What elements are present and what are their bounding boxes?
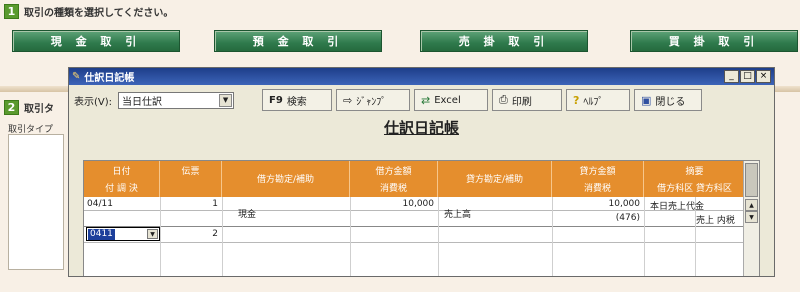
step-text: 取引の種類を選択してください。 xyxy=(24,8,174,19)
jump-button[interactable]: ⇨ ｼﾞｬﾝﾌﾟ xyxy=(336,89,411,111)
excel-button[interactable]: ⇄ Excel xyxy=(414,89,489,111)
step-number: 2 xyxy=(4,100,19,115)
header-credit-amount-label: 貸方金額 xyxy=(579,167,616,177)
help-label: ﾍﾙﾌﾟ xyxy=(583,96,604,108)
row-divider xyxy=(84,242,744,243)
header-memo: 摘要 借方科区 貸方科区 xyxy=(644,161,746,197)
col-divider xyxy=(350,197,351,276)
step-1-instruction: 1 取引の種類を選択してください。 xyxy=(4,4,173,19)
jump-icon: ⇨ xyxy=(343,93,353,107)
header-debit-amount-label: 借方金額 xyxy=(375,167,412,177)
col-divider xyxy=(222,197,223,276)
receivable-transaction-button[interactable]: 売 掛 取 引 xyxy=(420,30,588,52)
close-icon[interactable]: × xyxy=(756,70,771,83)
col-divider xyxy=(552,197,553,276)
step-text: 取引タ xyxy=(24,104,54,115)
window-title: 仕訳日記帳 xyxy=(84,73,135,84)
help-icon: ? xyxy=(573,93,580,107)
display-label: 表示(V): xyxy=(74,96,113,108)
f9-key-label: F9 xyxy=(269,94,283,106)
chevron-down-icon[interactable]: ▼ xyxy=(219,93,233,107)
row1-debit-account[interactable]: 現金 xyxy=(238,207,256,220)
header-memo-label: 摘要 xyxy=(685,167,704,177)
row1-memo[interactable]: 本日売上代金 xyxy=(650,199,704,212)
app-icon: ✎ xyxy=(72,71,81,82)
maximize-icon[interactable]: □ xyxy=(740,70,755,83)
close-label: 閉じる xyxy=(655,96,686,108)
row2-date-value: 0411 xyxy=(88,228,115,240)
transaction-type-panel[interactable] xyxy=(8,134,64,270)
close-button[interactable]: ▣ 閉じる xyxy=(634,89,703,111)
scroll-up-icon[interactable]: ▲ xyxy=(745,199,758,211)
row-divider xyxy=(84,226,744,227)
journal-table: 日付 付 調 決 伝票 借方勘定/補助 借方金額 消費税 貸方勘定/補助 貸方金… xyxy=(83,160,760,276)
table-scrollbar[interactable]: ▲ ▼ xyxy=(743,161,759,276)
cash-transaction-button[interactable]: 現 金 取 引 xyxy=(12,30,180,52)
chevron-down-icon[interactable]: ▼ xyxy=(147,229,158,239)
toolbar: 表示(V): 当日仕訳 ▼ F9 検索 ⇨ ｼﾞｬﾝﾌﾟ ⇄ Excel ⎙ 印… xyxy=(69,85,774,115)
display-select-value: 当日仕訳 xyxy=(122,96,163,108)
scroll-down-icon[interactable]: ▼ xyxy=(745,211,758,223)
col-divider xyxy=(438,197,439,276)
step-2-instruction: 2 取引タ xyxy=(4,100,54,115)
header-credit-tax-label: 消費税 xyxy=(583,184,611,194)
col-divider xyxy=(160,197,161,276)
excel-icon: ⇄ xyxy=(421,93,431,107)
header-voucher: 伝票 xyxy=(160,161,222,197)
row1-credit-account[interactable]: 売上高 xyxy=(444,207,471,220)
row2-voucher[interactable]: 2 xyxy=(164,229,218,239)
col-divider xyxy=(644,197,645,276)
header-credit-account-label: 貸方勘定/補助 xyxy=(465,175,524,185)
printer-icon: ⎙ xyxy=(499,93,508,106)
title-bar[interactable]: ✎ 仕訳日記帳 _ □ × xyxy=(69,68,774,85)
excel-label: Excel xyxy=(434,94,461,106)
close-door-icon: ▣ xyxy=(641,93,652,107)
payable-transaction-button[interactable]: 買 掛 取 引 xyxy=(630,30,798,52)
row1-voucher[interactable]: 1 xyxy=(164,199,218,209)
row-divider xyxy=(84,210,744,211)
row1-debit-amount[interactable]: 10,000 xyxy=(352,199,435,209)
header-debit-account-label: 借方勘定/補助 xyxy=(256,175,315,185)
display-select[interactable]: 当日仕訳 ▼ xyxy=(118,91,235,109)
header-debit-amount: 借方金額 消費税 xyxy=(350,161,438,197)
header-credit-account: 貸方勘定/補助 xyxy=(438,161,552,197)
row2-date-input[interactable]: 0411 ▼ xyxy=(86,227,160,241)
header-date-label: 日付 xyxy=(112,167,131,177)
search-label: 検索 xyxy=(286,96,307,108)
minimize-icon[interactable]: _ xyxy=(724,70,739,83)
journal-heading: 仕訳日記帳 xyxy=(383,119,459,137)
row1-credit-tax[interactable]: (476) xyxy=(554,213,640,223)
print-button[interactable]: ⎙ 印刷 xyxy=(492,89,563,111)
journal-window: ✎ 仕訳日記帳 _ □ × 表示(V): 当日仕訳 ▼ F9 検索 ⇨ ｼﾞｬﾝ… xyxy=(68,67,775,277)
window-controls: _ □ × xyxy=(724,70,771,83)
deposit-transaction-button[interactable]: 預 金 取 引 xyxy=(214,30,382,52)
jump-label: ｼﾞｬﾝﾌﾟ xyxy=(356,96,387,108)
header-date: 日付 付 調 決 xyxy=(84,161,160,197)
row1-date[interactable]: 04/11 xyxy=(87,199,113,209)
print-label: 印刷 xyxy=(511,96,532,108)
header-memo-sub: 借方科区 貸方科区 xyxy=(657,184,732,194)
help-button[interactable]: ? ﾍﾙﾌﾟ xyxy=(566,89,631,111)
scrollbar-thumb[interactable] xyxy=(745,163,758,197)
header-voucher-label: 伝票 xyxy=(181,167,200,177)
row1-memo-class[interactable]: 売上 内税 xyxy=(696,213,735,226)
search-button[interactable]: F9 検索 xyxy=(262,89,333,111)
step-number: 1 xyxy=(4,4,19,19)
header-credit-amount: 貸方金額 消費税 xyxy=(552,161,644,197)
header-date-sub: 付 調 決 xyxy=(105,184,138,194)
header-debit-account: 借方勘定/補助 xyxy=(222,161,350,197)
header-debit-tax-label: 消費税 xyxy=(379,184,407,194)
row1-credit-amount[interactable]: 10,000 xyxy=(554,199,641,209)
